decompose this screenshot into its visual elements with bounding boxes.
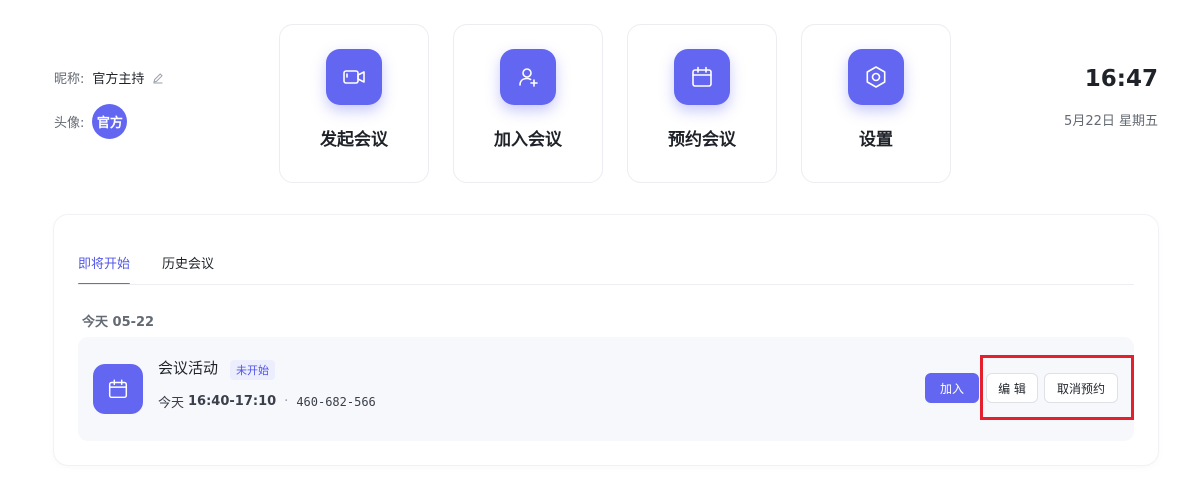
- join-button[interactable]: 加入: [925, 373, 979, 403]
- tab-divider: [78, 284, 1134, 285]
- cancel-reservation-button[interactable]: 取消预约: [1044, 373, 1118, 403]
- clock-date: 5月22日 星期五: [1064, 114, 1158, 129]
- gear-icon: [848, 49, 904, 105]
- meeting-row[interactable]: 会议活动 未开始 今天 16:40-17:10 · 460-682-566 加入…: [78, 337, 1134, 441]
- settings-label: 设置: [859, 130, 893, 150]
- calendar-icon: [674, 49, 730, 105]
- meeting-meta: 今天 16:40-17:10 · 460-682-566: [158, 392, 376, 411]
- meeting-title: 会议活动: [158, 359, 219, 377]
- start-meeting-label: 发起会议: [320, 130, 388, 150]
- avatar-row: 头像: 官方: [54, 104, 128, 139]
- user-plus-icon: [500, 49, 556, 105]
- clock-time: 16:47: [1084, 66, 1158, 92]
- nickname-row: 昵称: 官方主持: [54, 68, 164, 87]
- avatar[interactable]: 官方: [92, 104, 128, 139]
- schedule-meeting-label: 预约会议: [668, 130, 736, 150]
- meeting-time: 16:40-17:10: [188, 394, 277, 409]
- calendar-icon: [93, 364, 143, 414]
- date-heading: 今天 05-22: [82, 315, 155, 330]
- tab-history[interactable]: 历史会议: [162, 253, 214, 285]
- meetings-panel: 即将开始 历史会议 今天 05-22 会议活动 未开始 今天 16:40-17:…: [54, 215, 1158, 465]
- video-camera-icon: [326, 49, 382, 105]
- edit-button[interactable]: 编 辑: [986, 373, 1038, 403]
- meta-separator: ·: [284, 394, 289, 409]
- pencil-edit-icon[interactable]: [152, 72, 164, 84]
- tab-upcoming[interactable]: 即将开始: [78, 253, 131, 285]
- nickname-value: 官方主持: [92, 72, 145, 87]
- meeting-id: 460-682-566: [296, 394, 376, 409]
- schedule-meeting-card[interactable]: 预约会议: [627, 24, 777, 183]
- meeting-day: 今天: [158, 396, 185, 411]
- avatar-label: 头像:: [54, 116, 85, 131]
- meeting-tabs: 即将开始 历史会议: [78, 253, 246, 285]
- join-meeting-card[interactable]: 加入会议: [453, 24, 603, 183]
- status-badge: 未开始: [230, 360, 275, 380]
- join-meeting-label: 加入会议: [494, 130, 562, 150]
- settings-card[interactable]: 设置: [801, 24, 951, 183]
- start-meeting-card[interactable]: 发起会议: [279, 24, 429, 183]
- nickname-label: 昵称:: [54, 72, 85, 87]
